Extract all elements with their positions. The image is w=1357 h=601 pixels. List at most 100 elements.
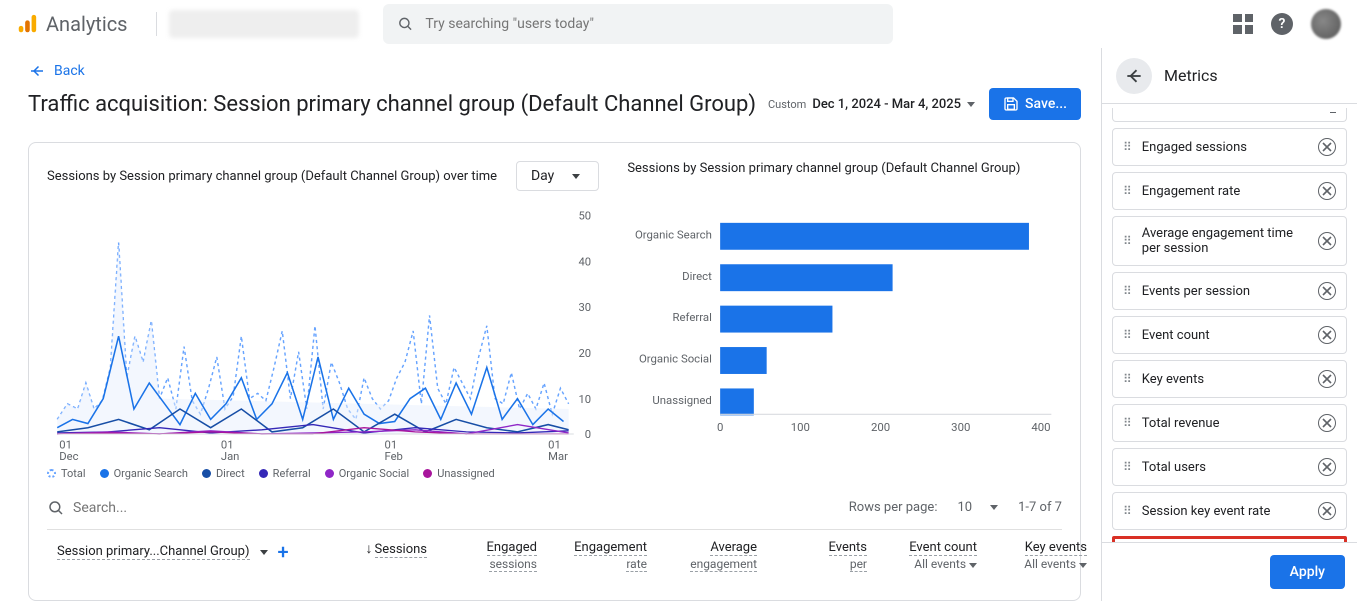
metric-chip-label: Engaged sessions bbox=[1142, 140, 1308, 155]
column-header[interactable]: Averageengagement bbox=[657, 540, 767, 571]
svg-text:40: 40 bbox=[579, 254, 592, 268]
arrow-left-icon bbox=[28, 62, 46, 80]
account-picker[interactable] bbox=[169, 10, 359, 38]
bar-chart-title: Sessions by Session primary channel grou… bbox=[627, 161, 1020, 176]
svg-text:300: 300 bbox=[951, 420, 970, 434]
remove-metric-icon[interactable] bbox=[1318, 458, 1336, 476]
metric-chip[interactable]: ⠿ Engagement rate bbox=[1112, 172, 1347, 210]
table-search[interactable] bbox=[47, 499, 849, 517]
rows-per-page-select[interactable]: 10 bbox=[951, 496, 1004, 519]
drag-handle-icon[interactable]: ⠿ bbox=[1123, 460, 1132, 474]
metric-chip-label: Key events bbox=[1142, 372, 1308, 387]
column-header[interactable]: Engagedsessions bbox=[437, 540, 547, 571]
help-icon[interactable]: ? bbox=[1271, 13, 1293, 35]
search-icon bbox=[397, 15, 414, 33]
metric-chip-label: Event count bbox=[1142, 328, 1308, 343]
panel-back-button[interactable] bbox=[1116, 58, 1152, 94]
metric-chip[interactable]: ⠿Events per session bbox=[1112, 272, 1347, 310]
chevron-down-icon bbox=[1079, 563, 1087, 568]
chevron-down-icon bbox=[260, 550, 268, 555]
svg-text:Organic Search: Organic Search bbox=[635, 227, 712, 241]
legend-item[interactable]: Organic Social bbox=[325, 467, 410, 480]
apps-icon[interactable] bbox=[1233, 14, 1253, 34]
metric-chip-label: Engagement rate bbox=[1142, 184, 1308, 199]
drag-handle-icon[interactable]: ⠿ bbox=[1123, 234, 1132, 248]
remove-metric-icon[interactable] bbox=[1318, 232, 1336, 250]
metric-chip[interactable]: ⠿ Event count bbox=[1112, 316, 1347, 354]
metrics-panel: Metrics ⠿Engaged sessions⠿Engagement rat… bbox=[1101, 48, 1357, 601]
line-chart: 50 40 30 20 10 0 01Dec 01Jan 01Feb 01Mar bbox=[47, 201, 599, 461]
date-range-label: Custom bbox=[768, 98, 806, 111]
metric-chip[interactable]: ⠿ Average engagement time per session bbox=[1112, 216, 1347, 266]
date-range-picker[interactable]: Custom Dec 1, 2024 - Mar 4, 2025 bbox=[768, 97, 975, 112]
metric-chip-label: Average engagement time per session bbox=[1142, 226, 1308, 256]
granularity-picker[interactable]: Day bbox=[516, 161, 599, 191]
bar-chart: Organic SearchDirectReferralOrganic Soci… bbox=[627, 186, 1062, 446]
column-header[interactable]: Engagementrate bbox=[547, 540, 657, 571]
drag-handle-icon[interactable]: ⠿ bbox=[1123, 328, 1132, 342]
remove-metric-icon[interactable] bbox=[1318, 182, 1336, 200]
remove-metric-icon[interactable] bbox=[1318, 138, 1336, 156]
metric-chip[interactable]: ⠿ Engaged sessions bbox=[1112, 128, 1347, 166]
metric-chip[interactable]: ⠿ Total users bbox=[1112, 448, 1347, 486]
svg-text:0: 0 bbox=[585, 427, 591, 441]
search-icon bbox=[47, 499, 65, 517]
drag-handle-icon[interactable]: ⠿ bbox=[1123, 140, 1132, 154]
svg-text:Mar: Mar bbox=[548, 449, 568, 461]
svg-text:30: 30 bbox=[579, 300, 592, 314]
column-header[interactable]: Eventsper bbox=[767, 540, 877, 571]
chevron-down-icon bbox=[967, 102, 975, 107]
table-search-input[interactable] bbox=[73, 500, 313, 516]
back-label: Back bbox=[54, 63, 85, 79]
remove-metric-icon[interactable] bbox=[1318, 502, 1336, 520]
avatar[interactable] bbox=[1311, 9, 1341, 39]
drag-handle-icon[interactable]: ⠿ bbox=[1123, 184, 1132, 198]
svg-text:Jan: Jan bbox=[221, 449, 240, 461]
legend-item[interactable]: Total bbox=[47, 467, 86, 480]
line-chart-title: Sessions by Session primary channel grou… bbox=[47, 169, 497, 184]
global-search[interactable] bbox=[383, 4, 893, 44]
drag-handle-icon[interactable]: ⠿ bbox=[1123, 416, 1132, 430]
chevron-down-icon bbox=[969, 563, 977, 568]
report-card: Sessions by Session primary channel grou… bbox=[28, 142, 1081, 601]
legend-item[interactable]: Organic Search bbox=[100, 467, 188, 480]
remove-metric-icon[interactable] bbox=[1318, 414, 1336, 432]
topbar-actions: ? bbox=[1233, 9, 1341, 39]
column-header[interactable]: ↓Sessions bbox=[327, 540, 437, 571]
svg-text:Organic Social: Organic Social bbox=[639, 352, 712, 366]
drag-handle-icon[interactable]: ⠿ bbox=[1123, 504, 1132, 518]
metric-chip-label: Session key event rate bbox=[1142, 504, 1308, 519]
remove-metric-icon[interactable] bbox=[1318, 326, 1336, 344]
divider bbox=[156, 12, 157, 36]
pagination-range: 1-7 of 7 bbox=[1018, 500, 1062, 515]
svg-text:Referral: Referral bbox=[673, 310, 712, 324]
metric-chip-label: Total users bbox=[1142, 460, 1308, 475]
metric-chip[interactable]: ⠿ Session key event rate bbox=[1112, 492, 1347, 530]
metric-chip[interactable]: ⠿ Total revenue bbox=[1112, 404, 1347, 442]
add-dimension-button[interactable]: + bbox=[278, 540, 289, 564]
remove-metric-icon[interactable] bbox=[1318, 370, 1336, 388]
arrow-left-icon bbox=[1124, 66, 1144, 86]
ga-logo: Analytics bbox=[16, 12, 128, 36]
save-button[interactable]: Save... bbox=[989, 88, 1081, 120]
save-icon bbox=[1003, 96, 1019, 112]
legend-item[interactable]: Referral bbox=[259, 467, 311, 480]
apply-button[interactable]: Apply bbox=[1270, 555, 1345, 589]
back-link[interactable]: Back bbox=[28, 62, 1081, 80]
legend-item[interactable]: Direct bbox=[202, 467, 245, 480]
report-content: Back Traffic acquisition: Session primar… bbox=[0, 48, 1101, 601]
dimension-header[interactable]: Session primary...Channel Group) + bbox=[47, 540, 327, 564]
remove-metric-icon[interactable] bbox=[1318, 282, 1336, 300]
column-header[interactable]: Key eventsAll events bbox=[987, 540, 1097, 571]
chevron-down-icon bbox=[572, 174, 580, 179]
legend-item[interactable]: Unassigned bbox=[423, 467, 495, 480]
column-header[interactable]: Event countAll events bbox=[877, 540, 987, 571]
drag-handle-icon[interactable]: ⠿ bbox=[1123, 372, 1132, 386]
svg-text:Unassigned: Unassigned bbox=[653, 393, 712, 407]
metric-chip-label: Total revenue bbox=[1142, 416, 1308, 431]
global-search-input[interactable] bbox=[425, 16, 878, 32]
metric-chip[interactable]: ⠿ Key events bbox=[1112, 360, 1347, 398]
metric-chip-overflow bbox=[1112, 108, 1347, 122]
drag-handle-icon[interactable]: ⠿ bbox=[1123, 284, 1132, 298]
sort-desc-icon: ↓ bbox=[366, 541, 373, 557]
